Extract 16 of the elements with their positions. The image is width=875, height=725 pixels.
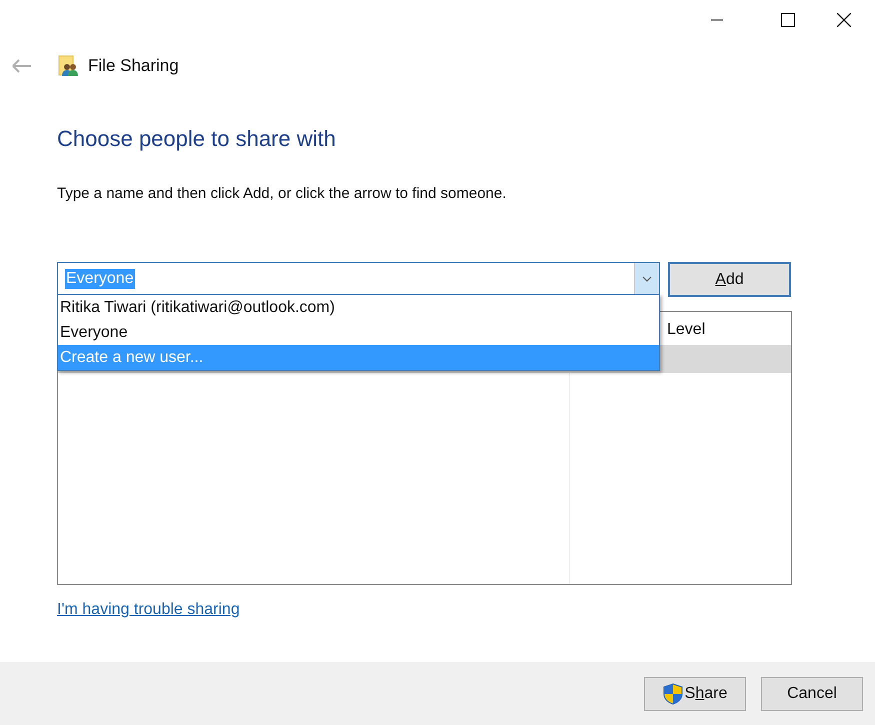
dropdown-arrow-button[interactable] xyxy=(634,263,659,294)
help-link[interactable]: I'm having trouble sharing xyxy=(57,601,240,618)
share-button[interactable]: Share xyxy=(644,676,746,710)
close-icon xyxy=(837,13,851,27)
dropdown-option[interactable]: Ritika Tiwari (ritikatiwari@outlook.com) xyxy=(58,295,659,320)
page-heading: Choose people to share with xyxy=(57,126,337,152)
people-folder-icon xyxy=(58,55,80,77)
chevron-down-icon xyxy=(642,276,652,282)
back-arrow-icon[interactable] xyxy=(12,59,32,73)
dropdown-option[interactable]: Everyone xyxy=(58,320,659,345)
maximize-icon xyxy=(781,13,795,27)
add-button[interactable]: Add xyxy=(668,262,791,297)
shield-icon xyxy=(662,682,683,704)
window-title: File Sharing xyxy=(88,56,179,76)
instruction-text: Type a name and then click Add, or click the arrow to find someone. xyxy=(57,185,508,202)
cancel-button[interactable]: Cancel xyxy=(761,676,863,710)
